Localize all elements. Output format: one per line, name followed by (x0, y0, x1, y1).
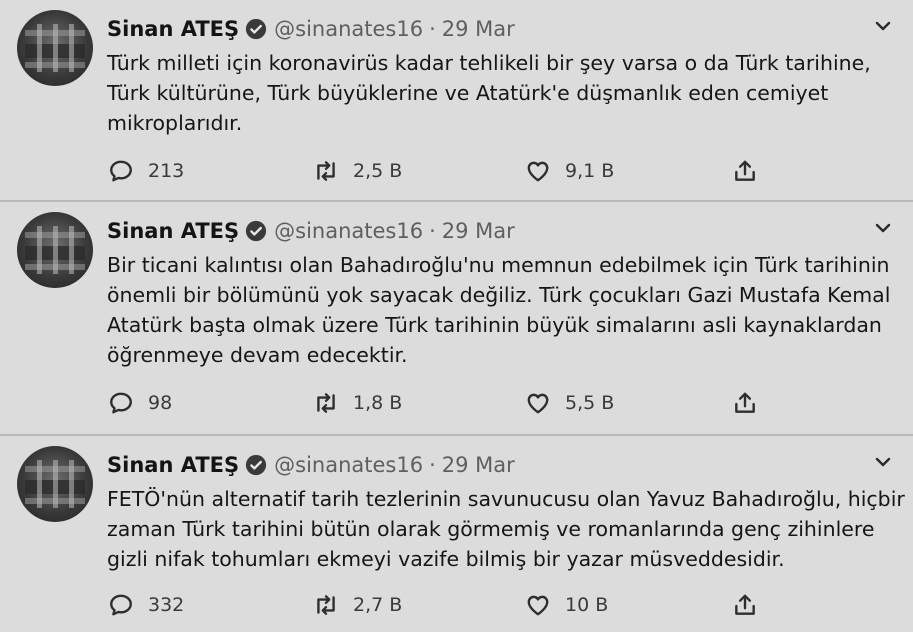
tweet-text-line: zaman Türk tarihini bütün olarak görmemi… (107, 517, 875, 541)
tweet-text-line: FETÖ'nün alternatif tarih tezlerinin sav… (107, 487, 905, 511)
tweet[interactable]: Sinan ATEŞ @sinanates16 · 29 Mar Bir tic… (0, 202, 913, 434)
share-button[interactable] (732, 156, 772, 186)
author-handle[interactable]: @sinanates16 (274, 219, 423, 243)
retweet-icon (317, 595, 335, 615)
tweet-actions: 213 2,5 B 9,1 B (0, 156, 913, 186)
tweet-actions: 98 1,8 B 5,5 B (0, 388, 913, 418)
tweet-text-line: Bir ticani kalıntısı olan Bahadıroğlu'nu… (107, 253, 890, 277)
separator: · (429, 219, 436, 243)
tweet-date[interactable]: 29 Mar (442, 453, 515, 477)
tweet-date[interactable]: 29 Mar (442, 17, 515, 41)
retweet-button[interactable]: 2,7 B (313, 590, 402, 620)
author-name[interactable]: Sinan ATEŞ (107, 453, 239, 477)
heart-icon (527, 393, 549, 414)
share-button[interactable] (732, 590, 772, 620)
separator: · (429, 17, 436, 41)
share-icon (735, 160, 755, 181)
like-count: 9,1 B (565, 160, 615, 182)
like-button[interactable]: 9,1 B (525, 156, 614, 186)
reply-button[interactable]: 213 (108, 156, 184, 186)
share-icon (735, 392, 755, 413)
tweet-feed: Sinan ATEŞ @sinanates16 · 29 Mar Türk mi… (0, 0, 913, 632)
tweet-text: Bir ticani kalıntısı olan Bahadıroğlu'nu… (107, 250, 897, 370)
heart-icon (527, 161, 549, 182)
like-count: 10 B (565, 594, 609, 616)
heart-icon (527, 595, 549, 616)
author-handle[interactable]: @sinanates16 (274, 453, 423, 477)
retweet-count: 2,7 B (353, 594, 403, 616)
tweet[interactable]: Sinan ATEŞ @sinanates16 · 29 Mar Türk mi… (0, 0, 913, 200)
reply-button[interactable]: 332 (108, 590, 184, 620)
tweet-header: Sinan ATEŞ @sinanates16 · 29 Mar (107, 450, 515, 480)
tweet-header: Sinan ATEŞ @sinanates16 · 29 Mar (107, 14, 515, 44)
share-icon (735, 594, 755, 615)
tweet-text-line: Türk kültürüne, Türk büyüklerine ve Atat… (107, 81, 829, 105)
retweet-icon (317, 393, 335, 413)
tweet-text: FETÖ'nün alternatif tarih tezlerinin sav… (107, 484, 905, 574)
tweet-header: Sinan ATEŞ @sinanates16 · 29 Mar (107, 216, 515, 246)
share-button[interactable] (732, 388, 772, 418)
reply-button[interactable]: 98 (108, 388, 172, 418)
tweet-text-line: önemli bir bölümünü yok sayacak değiliz.… (107, 283, 891, 307)
retweet-icon (317, 161, 335, 181)
tweet-text-line: gizli nifak tohumları ekmeyi vazife bilm… (107, 547, 785, 571)
tweet-actions: 332 2,7 B 10 B (0, 590, 913, 620)
retweet-button[interactable]: 2,5 B (313, 156, 402, 186)
verified-badge-icon (246, 18, 267, 40)
like-button[interactable]: 5,5 B (525, 388, 614, 418)
chevron-down-icon[interactable] (873, 16, 893, 36)
reply-icon (110, 392, 132, 414)
reply-icon (110, 160, 132, 182)
tweet-text-line: mikroplarıdır. (107, 111, 243, 135)
avatar[interactable] (17, 212, 93, 288)
separator: · (429, 453, 436, 477)
author-handle[interactable]: @sinanates16 (274, 17, 423, 41)
verified-badge-icon (246, 454, 267, 476)
avatar[interactable] (17, 446, 93, 522)
retweet-button[interactable]: 1,8 B (313, 388, 402, 418)
avatar[interactable] (17, 10, 93, 86)
like-button[interactable]: 10 B (525, 590, 608, 620)
tweet-text-line: Atatürk başta olmak üzere Türk tarihinin… (107, 313, 882, 337)
tweet[interactable]: Sinan ATEŞ @sinanates16 · 29 Mar FETÖ'nü… (0, 436, 913, 632)
chevron-down-icon[interactable] (873, 452, 893, 472)
tweet-text-line: öğrenmeye devam edecektir. (107, 343, 408, 367)
author-name[interactable]: Sinan ATEŞ (107, 17, 239, 41)
reply-count: 332 (148, 594, 185, 616)
retweet-count: 1,8 B (353, 392, 403, 414)
tweet-date[interactable]: 29 Mar (442, 219, 515, 243)
reply-count: 98 (148, 392, 173, 414)
verified-badge-icon (246, 220, 267, 242)
reply-count: 213 (148, 160, 185, 182)
chevron-down-icon[interactable] (873, 218, 893, 238)
tweet-text-line: Türk milleti için koronavirüs kadar tehl… (107, 51, 871, 75)
like-count: 5,5 B (565, 392, 615, 414)
author-name[interactable]: Sinan ATEŞ (107, 219, 239, 243)
tweet-text: Türk milleti için koronavirüs kadar tehl… (107, 48, 897, 138)
retweet-count: 2,5 B (353, 160, 403, 182)
reply-icon (110, 594, 132, 616)
